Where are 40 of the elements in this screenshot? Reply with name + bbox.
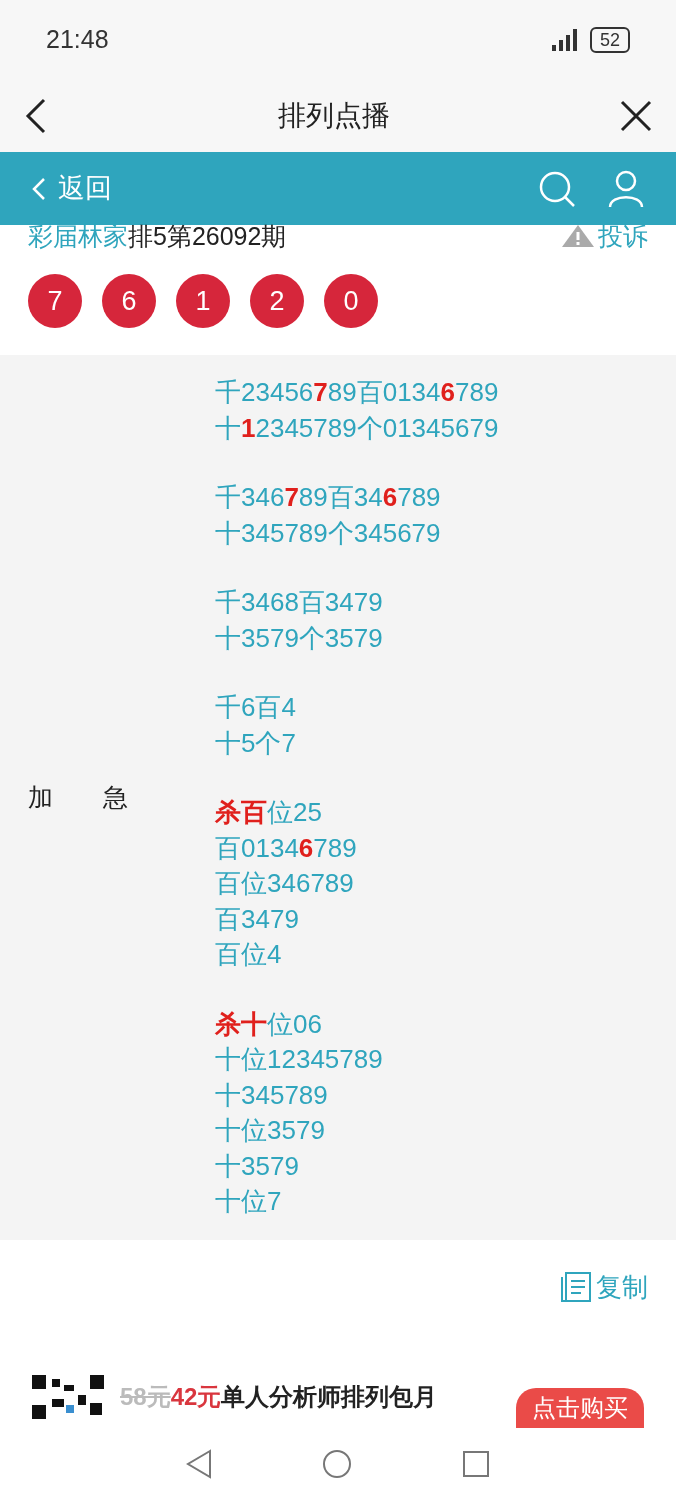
user-icon[interactable] [608, 169, 644, 208]
status-time: 21:48 [46, 24, 109, 56]
prediction-line: 十12345789个01345679 [215, 411, 499, 445]
page-title: 排列点播 [278, 99, 390, 133]
report-button[interactable]: 投诉 [562, 225, 648, 247]
prediction-line: 千346789百346789 [215, 481, 442, 514]
document-icon [560, 1271, 592, 1303]
prediction-line: 十345789个345679 [215, 516, 442, 550]
section-label: 加 急 [27, 781, 129, 813]
prediction-line: 杀十位06 [215, 1007, 323, 1041]
prediction-line: 十3579 [215, 1149, 300, 1183]
buy-button[interactable]: 点击购买 [516, 1388, 644, 1428]
prediction-line: 百01346789 [215, 831, 358, 865]
prediction-line: 十3579个3579 [215, 621, 384, 655]
prediction-line: 十位3579 [215, 1114, 326, 1147]
prediction-line: 百3479 [215, 902, 300, 936]
battery-indicator: 52 [589, 27, 630, 53]
prediction-line: 十345789 [215, 1078, 329, 1112]
copy-button[interactable]: 复制 [560, 1267, 648, 1307]
back-button[interactable]: 返回 [32, 168, 112, 209]
ad-text: 58元42元单人分析师排列包月 [120, 1382, 438, 1412]
back-nav-icon[interactable] [186, 1449, 212, 1479]
qr-code-icon [32, 1375, 104, 1419]
recents-nav-icon[interactable] [462, 1450, 490, 1478]
prediction-line: 杀百位25 [215, 796, 323, 829]
close-icon[interactable] [620, 100, 652, 132]
back-icon[interactable] [24, 98, 48, 134]
prediction-line: 千6百4 [215, 691, 297, 724]
prediction-line: 百位4 [215, 938, 283, 971]
issue-title: 排5第26092期 [128, 222, 287, 250]
prediction-line: 千3468百3479 [215, 586, 384, 619]
chevron-left-icon [32, 176, 46, 201]
search-icon[interactable] [538, 169, 576, 208]
home-nav-icon[interactable] [322, 1449, 352, 1479]
prediction-line: 十位12345789 [215, 1043, 384, 1076]
prediction-line: 十5个7 [215, 726, 297, 760]
prediction-line: 十位7 [215, 1185, 283, 1218]
author-link[interactable]: 彩届林家 [28, 222, 128, 250]
prediction-line: 百位346789 [215, 867, 355, 900]
prediction-line: 千23456789百01346789 [215, 376, 499, 409]
